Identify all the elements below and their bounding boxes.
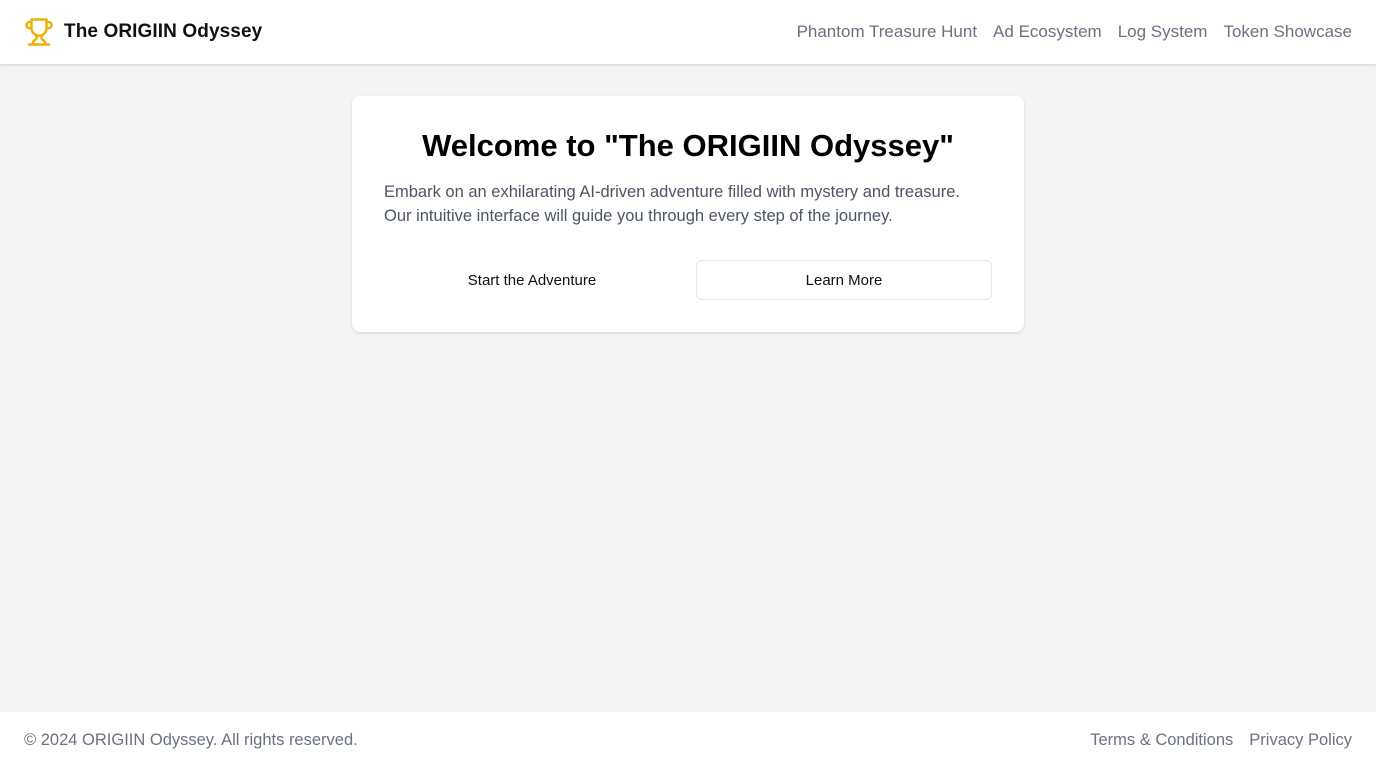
welcome-actions: Start the Adventure Learn More [384, 260, 992, 300]
nav-link-log-system[interactable]: Log System [1118, 22, 1208, 42]
copyright-text: © 2024 ORIGIIN Odyssey. All rights reser… [24, 730, 358, 749]
privacy-policy-link[interactable]: Privacy Policy [1249, 731, 1352, 750]
nav-link-phantom-treasure-hunt[interactable]: Phantom Treasure Hunt [797, 22, 977, 42]
start-adventure-button[interactable]: Start the Adventure [384, 260, 680, 300]
welcome-title: Welcome to "The ORIGIIN Odyssey" [422, 128, 954, 163]
nav-link-ad-ecosystem[interactable]: Ad Ecosystem [993, 22, 1102, 42]
brand-title: The ORIGIIN Odyssey [64, 21, 263, 42]
main-content: Welcome to "The ORIGIIN Odyssey" Embark … [0, 64, 1376, 712]
learn-more-button[interactable]: Learn More [696, 260, 992, 300]
nav-link-token-showcase[interactable]: Token Showcase [1223, 22, 1352, 42]
page: The ORIGIIN Odyssey Phantom Treasure Hun… [0, 0, 1376, 768]
top-nav-bar: The ORIGIIN Odyssey Phantom Treasure Hun… [0, 0, 1376, 64]
welcome-description: Embark on an exhilarating AI-driven adve… [384, 183, 960, 225]
main-nav: Phantom Treasure Hunt Ad Ecosystem Log S… [797, 22, 1352, 42]
welcome-card: Welcome to "The ORIGIIN Odyssey" Embark … [352, 96, 1024, 332]
brand-link[interactable]: The ORIGIIN Odyssey [24, 17, 262, 47]
footer: © 2024 ORIGIIN Odyssey. All rights reser… [0, 712, 1376, 768]
terms-link[interactable]: Terms & Conditions [1090, 731, 1233, 750]
footer-links: Terms & Conditions Privacy Policy [1090, 731, 1352, 750]
trophy-icon [24, 17, 54, 47]
